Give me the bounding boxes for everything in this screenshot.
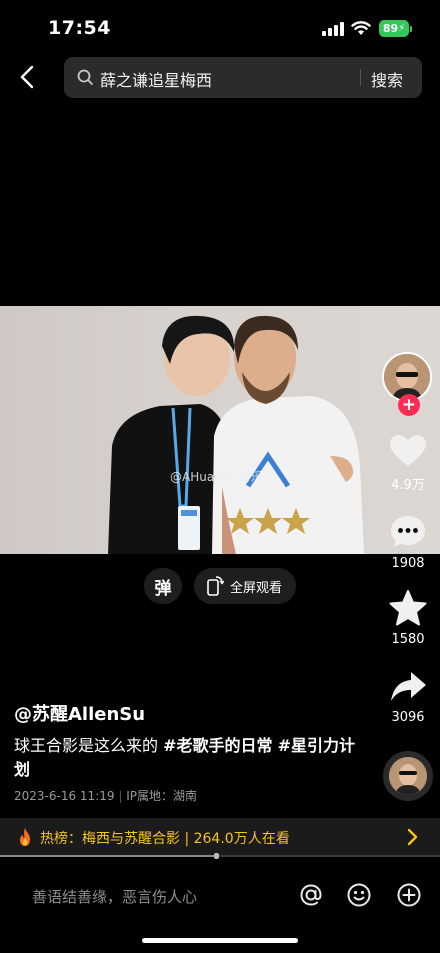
emoji-icon[interactable]: [346, 882, 372, 908]
share-button[interactable]: 3096: [380, 670, 436, 725]
home-indicator: [142, 938, 298, 943]
author-name[interactable]: @苏醒AllenSu: [14, 700, 145, 726]
heart-icon: [390, 435, 426, 466]
wifi-icon: [351, 21, 371, 35]
video-frame-photo: [108, 315, 364, 554]
charging-icon: ⚡: [398, 23, 406, 34]
search-divider: [360, 69, 361, 86]
like-count: 4.9万: [391, 478, 425, 493]
meta-separator: |: [118, 789, 123, 803]
video-watermark: @AHuangi_可乐: [170, 470, 263, 484]
search-icon: [77, 69, 93, 85]
ip-location: IP属地：湖南: [126, 789, 197, 803]
post-meta: 2023-6-16 11:19 | IP属地：湖南: [14, 787, 197, 804]
music-disc-image: [389, 757, 427, 795]
share-count: 3096: [391, 710, 425, 725]
playback-progress-bar[interactable]: [0, 853, 440, 859]
music-disc-button[interactable]: [383, 751, 433, 801]
hot-list-banner[interactable]: 热榜：梅西与苏醒合影 | 264.0万人在看: [0, 818, 440, 856]
comment-input[interactable]: 善语结善缘，恶言伤人心: [32, 886, 197, 907]
add-icon[interactable]: [396, 882, 422, 908]
search-bar[interactable]: 薛之谦追星梅西 搜索: [64, 57, 422, 98]
battery-level: 89: [382, 22, 399, 35]
video-player[interactable]: @AHuangi_可乐: [0, 306, 440, 554]
search-button[interactable]: 搜索: [371, 67, 403, 91]
fire-icon: [20, 828, 30, 846]
cellular-signal-icon: [322, 22, 344, 36]
playback-progress-fill: [0, 855, 216, 857]
comment-bar: 善语结善缘，恶言伤人心: [0, 860, 440, 930]
back-button[interactable]: [14, 62, 40, 92]
post-caption: 球王合影是这么来的 #老歌手的日常 #星引力计划: [14, 734, 366, 782]
post-date: 2023-6-16 11:19: [14, 789, 115, 803]
follow-plus-icon[interactable]: +: [398, 394, 420, 416]
battery-indicator: 89 ⚡: [379, 20, 409, 37]
danmaku-toggle-button[interactable]: 弹: [144, 568, 182, 604]
author-avatar-button[interactable]: +: [382, 352, 432, 416]
fullscreen-button[interactable]: 全屏观看: [194, 568, 296, 604]
search-input[interactable]: 薛之谦追星梅西: [100, 67, 212, 91]
comment-button[interactable]: 1908: [380, 514, 436, 571]
comment-bubble-icon: [391, 516, 425, 547]
favorite-button[interactable]: 1580: [380, 590, 436, 647]
share-arrow-icon: [391, 672, 426, 701]
at-mention-icon[interactable]: [298, 882, 324, 908]
like-button[interactable]: 4.9万: [380, 434, 436, 493]
battery-tip: [410, 26, 412, 32]
comment-count: 1908: [391, 556, 425, 571]
chevron-right-icon: [407, 828, 418, 846]
favorite-count: 1580: [391, 632, 425, 647]
star-icon: [389, 590, 427, 626]
status-bar: 17:54 89 ⚡: [0, 0, 440, 56]
hashtag-link[interactable]: #老歌手的日常: [163, 736, 272, 755]
fullscreen-label: 全屏观看: [230, 580, 283, 596]
status-time: 17:54: [48, 17, 111, 39]
danmaku-label: 弹: [154, 578, 172, 599]
hot-list-label: 热榜：梅西与苏醒合影 | 264.0万人在看: [40, 831, 290, 847]
rotate-phone-icon: [207, 576, 224, 596]
chevron-left-icon: [20, 65, 34, 89]
playback-progress-knob[interactable]: [213, 853, 219, 859]
caption-text: 球王合影是这么来的: [14, 736, 164, 755]
